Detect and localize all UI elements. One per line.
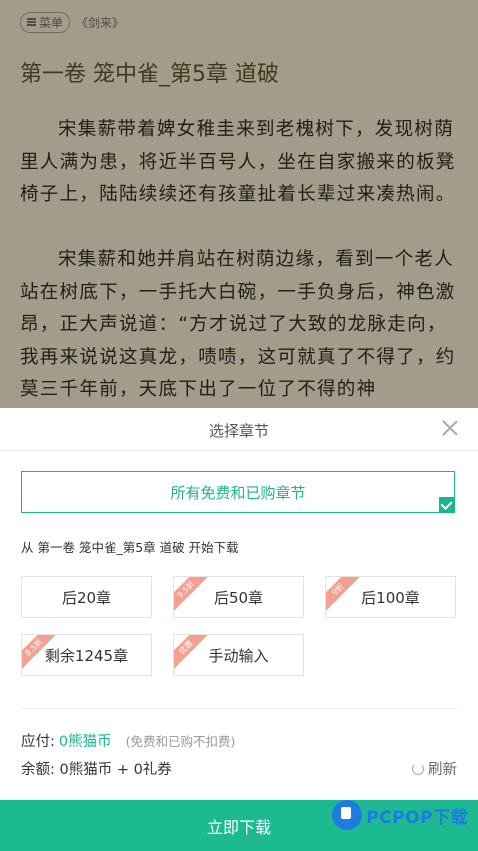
sheet-title: 选择章节 <box>208 422 269 440</box>
all-free-purchased-label: 所有免费和已购章节 <box>170 483 306 502</box>
pay-value: 0熊猫币 <box>58 734 112 750</box>
divider <box>21 708 458 709</box>
option-label: 手动输入 <box>208 646 269 665</box>
pay-note: (免费和已购不扣费) <box>125 734 236 749</box>
sheet-header: 选择章节 <box>0 408 478 451</box>
option-next-100[interactable]: 9折 后100章 <box>325 576 456 618</box>
discount-badge: 9折 <box>326 577 361 613</box>
discount-badge: 优惠 <box>174 635 209 671</box>
check-icon <box>439 497 455 513</box>
watermark: PCPOP下载 <box>332 800 468 830</box>
balance-text: 余额: 0熊猫币 + 0礼券 <box>21 762 172 778</box>
pay-label: 应付: <box>21 734 55 750</box>
option-label: 后20章 <box>61 588 112 607</box>
option-remaining[interactable]: 8.5折 剩余1245章 <box>21 634 152 676</box>
discount-badge: 9.5折 <box>174 577 209 613</box>
start-chapter-text: 从 第一卷 笼中雀_第5章 道破 开始下载 <box>21 540 239 555</box>
watermark-text: PCPOP下载 <box>366 807 468 828</box>
option-next-50[interactable]: 9.5折 后50章 <box>173 576 304 618</box>
refresh-icon <box>412 762 424 775</box>
dim-overlay[interactable] <box>0 0 478 408</box>
option-next-20[interactable]: 后20章 <box>21 576 152 618</box>
option-label: 后50章 <box>213 588 264 607</box>
all-free-purchased-option[interactable]: 所有免费和已购章节 <box>21 471 455 513</box>
option-label: 后100章 <box>361 588 420 607</box>
pcpop-logo-icon <box>332 800 363 830</box>
refresh-button[interactable]: 刷新 <box>412 758 457 779</box>
option-manual-input[interactable]: 优惠 手动输入 <box>173 634 304 676</box>
option-label: 剩余1245章 <box>44 646 129 665</box>
chapter-select-sheet: 选择章节 所有免费和已购章节 从 第一卷 笼中雀_第5章 道破 开始下载 后20… <box>0 408 478 851</box>
refresh-label: 刷新 <box>428 762 457 778</box>
payment-line: 应付: 0熊猫币 (免费和已购不扣费) <box>21 730 235 751</box>
close-icon[interactable] <box>442 420 458 436</box>
